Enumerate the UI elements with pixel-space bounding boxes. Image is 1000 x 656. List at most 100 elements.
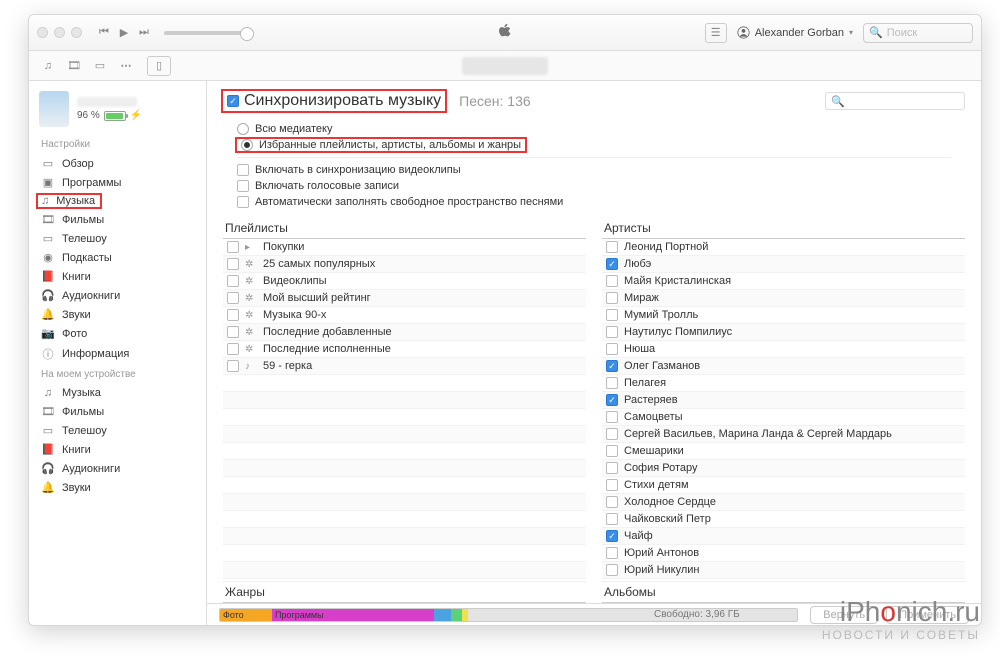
search-icon: 🔍: [869, 26, 883, 39]
sidebar-item-Музыка[interactable]: ♫Музыка: [29, 384, 206, 402]
sidebar-item-Книги[interactable]: 📕Книги: [29, 440, 206, 459]
account-menu[interactable]: Alexander Gorban ▾: [737, 26, 853, 39]
playlist-row[interactable]: ✓✲Последние добавленные: [223, 324, 586, 341]
device-button[interactable]: ▯: [147, 56, 171, 76]
row-checkbox[interactable]: ✓: [606, 428, 618, 440]
artist-row[interactable]: ✓Майя Кристалинская: [602, 273, 965, 290]
row-checkbox[interactable]: ✓: [606, 479, 618, 491]
row-checkbox[interactable]: ✓: [606, 411, 618, 423]
artist-row[interactable]: ✓Чайковский Петр: [602, 511, 965, 528]
sidebar-item-Аудиокниги[interactable]: 🎧Аудиокниги: [29, 286, 206, 305]
artist-row[interactable]: ✓Смешарики: [602, 443, 965, 460]
music-tab-icon[interactable]: ♫: [37, 55, 59, 77]
row-checkbox[interactable]: ✓: [606, 360, 618, 372]
chk-include-videos[interactable]: ✓: [237, 164, 249, 176]
sidebar-item-Фильмы[interactable]: 🎞Фильмы: [29, 210, 206, 229]
row-checkbox[interactable]: ✓: [227, 343, 239, 355]
row-checkbox[interactable]: ✓: [606, 445, 618, 457]
artist-row[interactable]: ✓Стихи детям: [602, 477, 965, 494]
sidebar-item-Подкасты[interactable]: ◉Подкасты: [29, 248, 206, 267]
row-checkbox[interactable]: ✓: [227, 360, 239, 372]
play-icon[interactable]: ▶: [116, 25, 132, 41]
row-checkbox[interactable]: ✓: [227, 309, 239, 321]
artist-row[interactable]: ✓Юрий Антонов: [602, 545, 965, 562]
sidebar-item-Звуки[interactable]: 🔔Звуки: [29, 478, 206, 497]
row-checkbox[interactable]: ✓: [606, 547, 618, 559]
row-checkbox[interactable]: ✓: [227, 258, 239, 270]
battery-pct: 96 %: [77, 110, 100, 121]
radio-selected-items[interactable]: [241, 139, 253, 151]
artist-row[interactable]: ✓Олег Газманов: [602, 358, 965, 375]
playlist-row[interactable]: ✓✲Видеоклипы: [223, 273, 586, 290]
sidebar-item-Музыка[interactable]: ♫Музыка: [35, 192, 103, 210]
artist-row[interactable]: ✓Наутилус Помпилиус: [602, 324, 965, 341]
movies-tab-icon[interactable]: 🎞: [63, 55, 85, 77]
artist-row[interactable]: ✓Нюша: [602, 341, 965, 358]
artist-row[interactable]: ✓София Ротару: [602, 460, 965, 477]
prev-icon[interactable]: ⏮: [96, 25, 112, 41]
row-checkbox[interactable]: ✓: [606, 496, 618, 508]
sidebar-item-Обзор[interactable]: ▭Обзор: [29, 154, 206, 173]
row-checkbox[interactable]: ✓: [606, 513, 618, 525]
playlist-row[interactable]: ✓▸Покупки: [223, 239, 586, 256]
sidebar-item-Программы[interactable]: ▣Программы: [29, 173, 206, 192]
playlist-row[interactable]: ✓✲Мой высший рейтинг: [223, 290, 586, 307]
artist-row[interactable]: ✓Растеряев: [602, 392, 965, 409]
artist-row[interactable]: ✓Самоцветы: [602, 409, 965, 426]
sync-music-checkbox[interactable]: ✓: [227, 95, 239, 107]
more-tab-icon[interactable]: ⋯: [115, 55, 137, 77]
row-checkbox[interactable]: ✓: [606, 564, 618, 576]
row-checkbox[interactable]: ✓: [227, 326, 239, 338]
sidebar-item-Звуки[interactable]: 🔔Звуки: [29, 305, 206, 324]
artist-row[interactable]: ✓Юрий Никулин: [602, 562, 965, 579]
empty-row: [223, 562, 586, 579]
row-checkbox[interactable]: ✓: [606, 377, 618, 389]
row-checkbox[interactable]: ✓: [606, 275, 618, 287]
tv-tab-icon[interactable]: ▭: [89, 55, 111, 77]
sidebar-item-icon: 🎞: [41, 405, 55, 418]
artist-row[interactable]: ✓Чайф: [602, 528, 965, 545]
close-dot[interactable]: [37, 27, 48, 38]
artist-row[interactable]: ✓Леонид Портной: [602, 239, 965, 256]
next-icon[interactable]: ⏭: [136, 25, 152, 41]
content-search[interactable]: 🔍: [825, 92, 965, 110]
search-input[interactable]: 🔍 Поиск: [863, 23, 973, 43]
row-checkbox[interactable]: ✓: [606, 309, 618, 321]
sidebar-item-Книги[interactable]: 📕Книги: [29, 267, 206, 286]
device-summary[interactable]: 96 % ⚡: [29, 87, 206, 135]
playlist-row[interactable]: ✓♪59 - герка: [223, 358, 586, 375]
sidebar-item-Информация[interactable]: ⓘИнформация: [29, 343, 206, 365]
row-checkbox[interactable]: ✓: [227, 275, 239, 287]
volume-slider[interactable]: [164, 31, 254, 35]
sidebar-item-Телешоу[interactable]: ▭Телешоу: [29, 421, 206, 440]
chk-autofill[interactable]: ✓: [237, 196, 249, 208]
row-checkbox[interactable]: ✓: [606, 258, 618, 270]
row-checkbox[interactable]: ✓: [606, 326, 618, 338]
artist-row[interactable]: ✓Мумий Тролль: [602, 307, 965, 324]
row-checkbox[interactable]: ✓: [606, 241, 618, 253]
sidebar-item-Фильмы[interactable]: 🎞Фильмы: [29, 402, 206, 421]
artist-row[interactable]: ✓Сергей Васильев, Марина Ланда & Сергей …: [602, 426, 965, 443]
row-checkbox[interactable]: ✓: [606, 343, 618, 355]
sidebar-item-Аудиокниги[interactable]: 🎧Аудиокниги: [29, 459, 206, 478]
radio-entire-library[interactable]: [237, 123, 249, 135]
row-checkbox[interactable]: ✓: [227, 241, 239, 253]
playlist-row[interactable]: ✓✲Музыка 90-х: [223, 307, 586, 324]
row-checkbox[interactable]: ✓: [606, 292, 618, 304]
playlist-row[interactable]: ✓✲Последние исполненные: [223, 341, 586, 358]
artist-row[interactable]: ✓Мираж: [602, 290, 965, 307]
row-checkbox[interactable]: ✓: [227, 292, 239, 304]
minimize-dot[interactable]: [54, 27, 65, 38]
list-view-icon[interactable]: ☰: [705, 23, 727, 43]
zoom-dot[interactable]: [71, 27, 82, 38]
artist-row[interactable]: ✓Холодное Сердце: [602, 494, 965, 511]
sidebar-item-Фото[interactable]: 📷Фото: [29, 324, 206, 343]
sidebar-item-Телешоу[interactable]: ▭Телешоу: [29, 229, 206, 248]
row-checkbox[interactable]: ✓: [606, 462, 618, 474]
artist-row[interactable]: ✓Пелагея: [602, 375, 965, 392]
chk-voice-memos[interactable]: ✓: [237, 180, 249, 192]
row-checkbox[interactable]: ✓: [606, 394, 618, 406]
artist-row[interactable]: ✓Любэ: [602, 256, 965, 273]
row-checkbox[interactable]: ✓: [606, 530, 618, 542]
playlist-row[interactable]: ✓✲25 самых популярных: [223, 256, 586, 273]
